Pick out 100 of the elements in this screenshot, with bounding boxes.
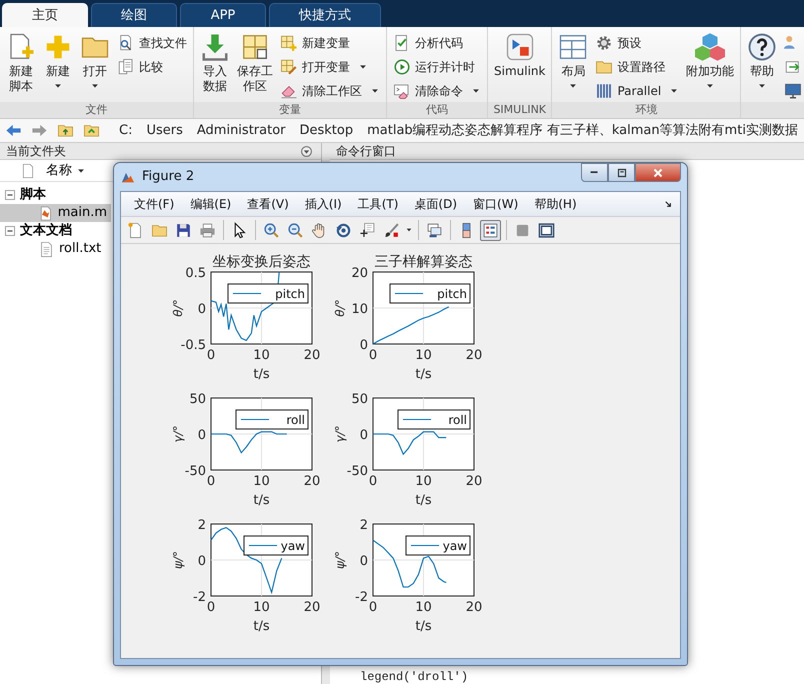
tree-item[interactable]: 脚本: [0, 186, 111, 204]
legend-label: yaw: [442, 539, 467, 553]
path-segment[interactable]: Desktop: [298, 120, 356, 140]
console-eraser-icon: [393, 82, 411, 100]
dock-arrow-icon: [663, 198, 674, 210]
tick-label: 20: [466, 474, 482, 489]
ribbon-button[interactable]: 打开: [77, 31, 113, 102]
script-file-icon: [38, 204, 54, 222]
tree-item[interactable]: roll.txt: [0, 240, 111, 258]
browse-folder-icon: [83, 122, 100, 139]
clock-play-icon: [393, 58, 411, 76]
ribbon-tab[interactable]: 主页: [2, 3, 88, 27]
chart-title: 三子样解算姿态: [374, 254, 472, 270]
axis-label: θ/°: [171, 299, 185, 317]
tick-label: 50: [189, 392, 206, 407]
tick-label: 10: [415, 600, 432, 615]
axis-label: t/s: [253, 619, 270, 634]
up-folder-icon: [57, 122, 74, 139]
ribbon-button[interactable]: 分析代码: [390, 31, 484, 54]
ribbon-button[interactable]: 清除工作区: [277, 79, 383, 102]
tick-label: -50: [184, 464, 206, 479]
legend-line: [403, 418, 431, 420]
tick-label: 0: [198, 554, 206, 569]
group-label: 文件: [0, 102, 193, 118]
gear-icon: [595, 34, 614, 52]
documents-icon: [117, 58, 135, 76]
ribbon-tab[interactable]: 绘图: [91, 3, 177, 27]
tick-label: 20: [304, 600, 320, 615]
ribbon-button[interactable]: 清除命令: [390, 79, 484, 102]
tick-label: 0: [360, 338, 368, 353]
ribbon-button[interactable]: 打开变量: [277, 55, 383, 78]
help-icon: [747, 32, 778, 62]
window-title: Figure 2: [142, 168, 194, 186]
tick-label: 0: [360, 428, 368, 443]
ribbon-button[interactable]: 设置路径: [592, 55, 682, 78]
path-segment[interactable]: Administrator: [194, 120, 288, 140]
ribbon-button[interactable]: 查找文件: [114, 31, 190, 54]
close-button[interactable]: [635, 163, 681, 182]
chart-title: 坐标变换后姿态: [212, 254, 310, 270]
menu-item[interactable]: 工具(T): [350, 195, 406, 213]
ribbon-button[interactable]: 新建脚本: [3, 31, 39, 102]
minimize-icon: [590, 171, 599, 174]
legend-label: pitch: [437, 287, 467, 301]
tick-label: 20: [304, 474, 320, 489]
menu-item[interactable]: 桌面(D): [407, 195, 464, 213]
ribbon-button[interactable]: 保存工作区: [234, 31, 276, 102]
panel-title: 当前文件夹: [6, 143, 66, 160]
maximize-button[interactable]: [608, 163, 635, 182]
tick-label: 0: [206, 348, 216, 363]
back-arrow-icon: [5, 122, 22, 139]
minimize-button[interactable]: [581, 163, 608, 182]
tick-label: 10: [351, 302, 368, 317]
axis-label: γ/°: [333, 425, 347, 443]
menu-item[interactable]: 文件(F): [127, 195, 182, 213]
tick-label: 0: [206, 474, 216, 489]
column-header[interactable]: 名称: [42, 160, 90, 180]
tick-label: 10: [253, 348, 270, 363]
ribbon-button[interactable]: 新建变量: [277, 31, 383, 54]
menu-item[interactable]: 编辑(E): [183, 195, 238, 213]
table-pencil-icon: [280, 58, 298, 76]
tick-label: 0: [368, 600, 378, 615]
ribbon-tab[interactable]: 快捷方式: [269, 3, 381, 27]
ribbon-button[interactable]: 导入数据: [197, 31, 233, 102]
axis-label: t/s: [415, 493, 432, 508]
menu-item[interactable]: 查看(V): [240, 195, 296, 213]
axis-label: ψ/°: [333, 551, 347, 569]
toolbar-button[interactable]: [480, 220, 501, 240]
ribbon-button[interactable]: 运行并计时: [390, 55, 484, 78]
tick-label: 20: [351, 266, 368, 281]
menu-item[interactable]: 窗口(W): [466, 195, 526, 213]
ribbon-button[interactable]: 比较: [114, 55, 190, 78]
panel-title: 命令行窗口: [336, 143, 396, 160]
ribbon-button[interactable]: Parallel: [592, 79, 682, 102]
ribbon-button[interactable]: 布局: [555, 31, 592, 102]
tree-item[interactable]: 文本文档: [0, 222, 111, 240]
tick-label: 20: [304, 348, 320, 363]
legend-line: [233, 292, 261, 294]
tick-label: 50: [351, 392, 368, 407]
group-label: 代码: [387, 102, 487, 118]
bars-icon: [595, 82, 614, 100]
tick-label: -0.5: [180, 338, 206, 353]
ribbon-button[interactable]: Simulink: [491, 31, 548, 102]
path-segment[interactable]: matlab编程动态姿态解算程序 有三子样、kalman等算法附有mti实测数据: [365, 120, 800, 140]
ribbon-button[interactable]: 预设: [592, 31, 682, 54]
new-document-icon: [127, 222, 144, 238]
legend-line: [241, 418, 269, 420]
path-segment[interactable]: Users: [144, 120, 185, 140]
zoom-in-icon: [263, 222, 280, 238]
ribbon-button[interactable]: 新建: [40, 31, 76, 102]
axis-label: t/s: [415, 367, 432, 382]
ribbon-button[interactable]: 帮助: [744, 31, 780, 102]
menu-item[interactable]: 插入(I): [298, 195, 349, 213]
tree-item[interactable]: main.m: [0, 204, 111, 222]
tick-label: -50: [346, 464, 368, 479]
ribbon-button[interactable]: 附加功能: [683, 31, 738, 102]
path-segment[interactable]: C:: [117, 120, 134, 140]
people-icon: [784, 36, 795, 49]
legend-label: roll: [286, 413, 305, 427]
menu-item[interactable]: 帮助(H): [527, 195, 584, 213]
ribbon-tab[interactable]: APP: [180, 3, 266, 27]
